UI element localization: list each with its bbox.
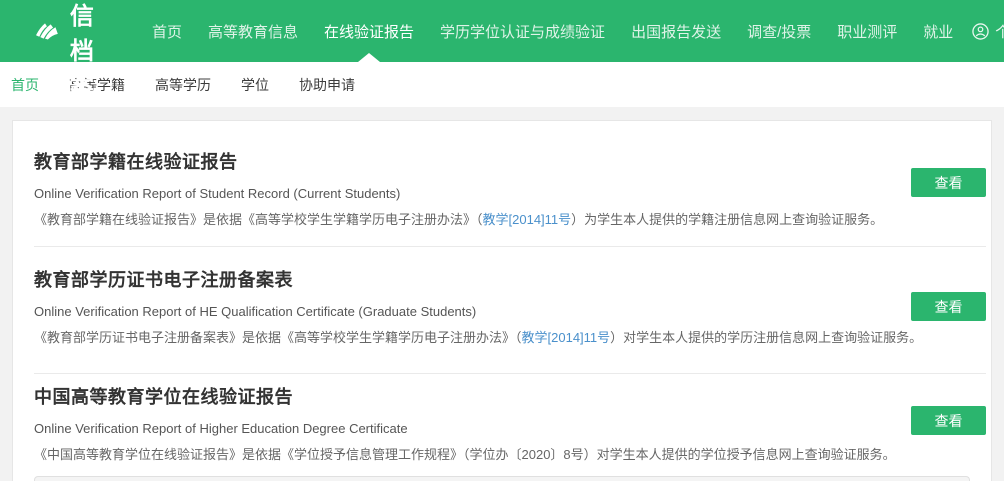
view-button[interactable]: 查看 [911, 168, 986, 197]
nav-higher-education-info[interactable]: 高等教育信息 [195, 0, 311, 62]
card-subtitle: Online Verification Report of Student Re… [34, 185, 986, 202]
user-menu-label: 个人中心 [995, 21, 1004, 42]
card-title: 教育部学籍在线验证报告 [34, 151, 986, 173]
subnav-home[interactable]: 首页 [11, 75, 39, 95]
regulation-link[interactable]: 教学[2014]11号 [522, 330, 611, 345]
report-card-qualification-certificate: 教育部学历证书电子注册备案表 Online Verification Repor… [34, 246, 986, 373]
nav-online-verification-report-label: 在线验证报告 [324, 21, 414, 42]
main-nav: 首页 高等教育信息 在线验证报告 学历学位认证与成绩验证 出国报告发送 调查/投… [139, 0, 966, 62]
view-button[interactable]: 查看 [911, 406, 986, 435]
nav-abroad-report-sending[interactable]: 出国报告发送 [618, 0, 734, 62]
nav-survey-vote[interactable]: 调查/投票 [734, 0, 824, 62]
active-tab-caret-icon [358, 53, 380, 62]
card-title: 中国高等教育学位在线验证报告 [34, 386, 986, 408]
report-card-degree-certificate: 中国高等教育学位在线验证报告 Online Verification Repor… [34, 373, 986, 463]
report-card-student-record: 教育部学籍在线验证报告 Online Verification Report o… [34, 121, 986, 246]
description-text: ）对学生本人提供的学历注册信息网上查询验证服务。 [610, 330, 922, 345]
subnav-degree[interactable]: 学位 [241, 75, 269, 95]
card-description: 《教育部学历证书电子注册备案表》是依据《高等学校学生学籍学历电子注册办法》（教学… [34, 329, 986, 346]
secondary-nav: 首页 高等学籍 高等学历 学位 协助申请 [0, 62, 1004, 107]
reports-panel: 教育部学籍在线验证报告 Online Verification Report o… [12, 120, 992, 481]
person-circle-icon [972, 23, 989, 40]
nav-degree-certification[interactable]: 学历学位认证与成绩验证 [427, 0, 618, 62]
card-subtitle: Online Verification Report of HE Qualifi… [34, 303, 986, 320]
view-button[interactable]: 查看 [911, 292, 986, 321]
subnav-qualification[interactable]: 高等学历 [155, 75, 211, 95]
user-menu[interactable]: 个人中心 [966, 0, 1004, 62]
card-subtitle: Online Verification Report of Higher Edu… [34, 420, 986, 437]
site-logo[interactable]: 学信档案 [36, 0, 121, 62]
card-description: 《教育部学籍在线验证报告》是依据《高等学校学生学籍学历电子注册办法》（教学[20… [34, 211, 986, 228]
card-description: 《中国高等教育学位在线验证报告》是依据《学位授予信息管理工作规程》（学位办〔20… [34, 446, 986, 463]
page-content: 教育部学籍在线验证报告 Online Verification Report o… [0, 107, 1004, 481]
description-text: 《中国高等教育学位在线验证报告》是依据《学位授予信息管理工作规程》（学位办〔20… [34, 447, 896, 462]
description-text: ）为学生本人提供的学籍注册信息网上查询验证服务。 [571, 212, 883, 227]
flying-pages-logo-icon [36, 13, 58, 49]
subnav-assist-apply[interactable]: 协助申请 [299, 75, 355, 95]
nav-employment[interactable]: 就业 [910, 0, 966, 62]
nav-home[interactable]: 首页 [139, 0, 195, 62]
next-section-strip [34, 476, 970, 481]
nav-online-verification-report[interactable]: 在线验证报告 [311, 0, 427, 62]
description-text: 《教育部学历证书电子注册备案表》是依据《高等学校学生学籍学历电子注册办法》（ [34, 330, 522, 345]
card-title: 教育部学历证书电子注册备案表 [34, 269, 986, 291]
description-text: 《教育部学籍在线验证报告》是依据《高等学校学生学籍学历电子注册办法》（ [34, 212, 483, 227]
regulation-link[interactable]: 教学[2014]11号 [483, 212, 572, 227]
logo-text: 学信档案 [70, 0, 121, 101]
nav-career-assessment[interactable]: 职业测评 [824, 0, 910, 62]
top-header: 学信档案 首页 高等教育信息 在线验证报告 学历学位认证与成绩验证 出国报告发送… [0, 0, 1004, 62]
